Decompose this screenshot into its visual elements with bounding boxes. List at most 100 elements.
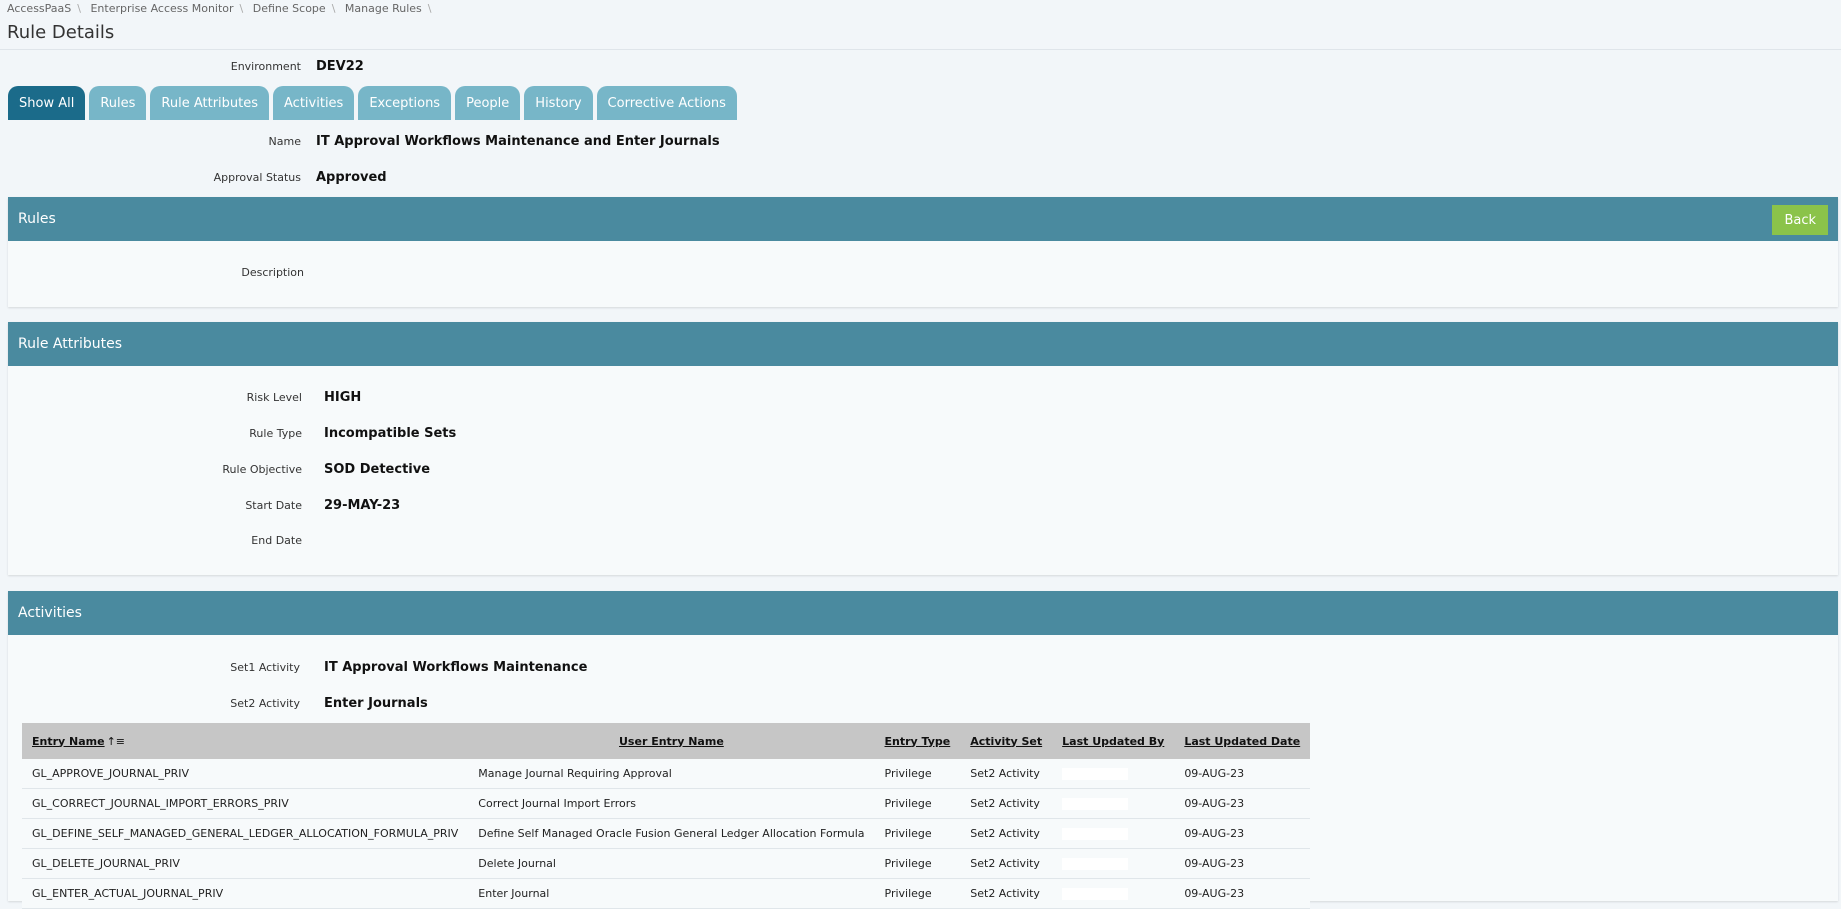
end-date-row: End Date [8, 534, 324, 547]
table-header-row: Entry Name ↑≡ User Entry Name Entry Type … [22, 723, 1311, 759]
breadcrumb-separator: \ [427, 2, 432, 15]
cell-entry-name: GL_DELETE_JOURNAL_PRIV [22, 848, 469, 879]
cell-last-updated-by [1052, 759, 1175, 789]
redacted-value [1062, 828, 1129, 840]
cell-activity-set: Set2 Activity [960, 848, 1053, 879]
rule-objective-value: SOD Detective [324, 462, 431, 477]
column-user-entry-name[interactable]: User Entry Name [468, 723, 875, 759]
cell-last-updated-by [1052, 878, 1175, 909]
risk-level-row: Risk Level HIGH [8, 390, 362, 405]
cell-activity-set: Set2 Activity [960, 818, 1053, 849]
set1-activity-value: IT Approval Workflows Maintenance [324, 660, 588, 675]
start-date-row: Start Date 29-MAY-23 [8, 498, 400, 513]
cell-user-entry-name: Manage Journal Requiring Approval [468, 759, 875, 789]
breadcrumb-accesspaas[interactable]: AccessPaaS [7, 2, 71, 15]
table-row[interactable]: GL_ENTER_ACTUAL_JOURNAL_PRIV Enter Journ… [22, 878, 1311, 909]
cell-last-updated-date: 09-AUG-23 [1174, 878, 1311, 909]
rule-attributes-section: Rule Attributes Risk Level HIGH Rule Typ… [8, 322, 1838, 575]
entries-table: Entry Name ↑≡ User Entry Name Entry Type … [22, 723, 1311, 909]
cell-user-entry-name: Delete Journal [468, 848, 875, 879]
tab-activities[interactable]: Activities [273, 86, 355, 120]
risk-level-value: HIGH [324, 390, 362, 405]
description-label: Description [241, 266, 304, 279]
cell-entry-name: GL_CORRECT_JOURNAL_IMPORT_ERRORS_PRIV [22, 788, 469, 819]
cell-user-entry-name: Define Self Managed Oracle Fusion Genera… [468, 818, 875, 849]
cell-entry-name: GL_DEFINE_SELF_MANAGED_GENERAL_LEDGER_AL… [22, 818, 469, 849]
set1-activity-label: Set1 Activity [230, 661, 300, 674]
cell-entry-type: Privilege [874, 878, 961, 909]
environment-label: Environment [230, 60, 301, 73]
tab-show-all[interactable]: Show All [8, 86, 86, 120]
activities-section-title: Activities [18, 605, 82, 621]
name-value: IT Approval Workflows Maintenance and En… [316, 134, 720, 149]
rule-type-row: Rule Type Incompatible Sets [8, 426, 456, 441]
cell-last-updated-date: 09-AUG-23 [1174, 818, 1311, 849]
column-activity-set[interactable]: Activity Set [960, 723, 1053, 759]
column-entry-type[interactable]: Entry Type [874, 723, 961, 759]
rules-section-header: Rules Back [8, 197, 1838, 241]
sort-ascending-icon[interactable]: ↑≡ [107, 735, 125, 748]
tab-corrective-actions[interactable]: Corrective Actions [596, 86, 737, 120]
set2-activity-row: Set2 Activity Enter Journals [8, 696, 428, 711]
page-title: Rule Details [7, 22, 115, 43]
table-row[interactable]: GL_DEFINE_SELF_MANAGED_GENERAL_LEDGER_AL… [22, 818, 1311, 849]
breadcrumb-define-scope[interactable]: Define Scope [253, 2, 326, 15]
cell-entry-type: Privilege [874, 818, 961, 849]
approval-status-row: Approval Status Approved [0, 170, 387, 185]
approval-status-label: Approval Status [213, 171, 301, 184]
redacted-value [1062, 798, 1129, 810]
start-date-value: 29-MAY-23 [324, 498, 401, 513]
set2-activity-label: Set2 Activity [230, 697, 300, 710]
rule-type-value: Incompatible Sets [324, 426, 457, 441]
rule-type-label: Rule Type [249, 427, 302, 440]
cell-last-updated-by [1052, 818, 1175, 849]
back-button[interactable]: Back [1772, 205, 1828, 235]
cell-user-entry-name: Correct Journal Import Errors [468, 788, 875, 819]
title-divider [0, 49, 1841, 50]
table-row[interactable]: GL_CORRECT_JOURNAL_IMPORT_ERRORS_PRIV Co… [22, 788, 1311, 819]
name-label: Name [268, 135, 301, 148]
tab-bar: Show All Rules Rule Attributes Activitie… [8, 86, 737, 120]
column-last-updated-date[interactable]: Last Updated Date [1174, 723, 1311, 759]
breadcrumb-enterprise-access-monitor[interactable]: Enterprise Access Monitor [90, 2, 233, 15]
cell-last-updated-date: 09-AUG-23 [1174, 848, 1311, 879]
table-row[interactable]: GL_APPROVE_JOURNAL_PRIV Manage Journal R… [22, 759, 1311, 789]
start-date-label: Start Date [245, 499, 302, 512]
breadcrumb-separator: \ [239, 2, 244, 15]
rules-section: Rules Back Description [8, 197, 1838, 307]
tab-rule-attributes[interactable]: Rule Attributes [150, 86, 270, 120]
rule-objective-label: Rule Objective [222, 463, 302, 476]
approval-status-value: Approved [316, 170, 387, 185]
column-last-updated-by[interactable]: Last Updated By [1052, 723, 1175, 759]
cell-last-updated-by [1052, 788, 1175, 819]
breadcrumb-separator: \ [77, 2, 81, 15]
name-row: Name IT Approval Workflows Maintenance a… [0, 134, 720, 149]
redacted-value [1062, 858, 1129, 870]
breadcrumb: AccessPaaS \ Enterprise Access Monitor \ D… [7, 2, 438, 15]
tab-exceptions[interactable]: Exceptions [358, 86, 452, 120]
cell-entry-name: GL_APPROVE_JOURNAL_PRIV [22, 759, 469, 789]
cell-entry-type: Privilege [874, 848, 961, 879]
cell-entry-type: Privilege [874, 759, 961, 789]
end-date-label: End Date [251, 534, 302, 547]
description-row: Description [8, 266, 316, 279]
cell-last-updated-by [1052, 848, 1175, 879]
table-row[interactable]: GL_DELETE_JOURNAL_PRIV Delete Journal Pr… [22, 848, 1311, 879]
tab-history[interactable]: History [524, 86, 593, 120]
breadcrumb-manage-rules[interactable]: Manage Rules [345, 2, 422, 15]
set2-activity-value: Enter Journals [324, 696, 428, 711]
redacted-value [1062, 888, 1129, 900]
rules-section-title: Rules [18, 211, 56, 227]
tab-people[interactable]: People [455, 86, 521, 120]
column-entry-name[interactable]: Entry Name ↑≡ [22, 723, 469, 759]
cell-activity-set: Set2 Activity [960, 878, 1053, 909]
cell-last-updated-date: 09-AUG-23 [1174, 788, 1311, 819]
environment-value: DEV22 [316, 59, 364, 74]
cell-entry-name: GL_ENTER_ACTUAL_JOURNAL_PRIV [22, 878, 469, 909]
redacted-value [1062, 768, 1129, 780]
rule-attributes-section-header: Rule Attributes [8, 322, 1838, 366]
rule-attributes-section-title: Rule Attributes [18, 336, 123, 352]
cell-activity-set: Set2 Activity [960, 759, 1053, 789]
column-entry-name-label: Entry Name [32, 734, 105, 748]
tab-rules[interactable]: Rules [89, 86, 147, 120]
